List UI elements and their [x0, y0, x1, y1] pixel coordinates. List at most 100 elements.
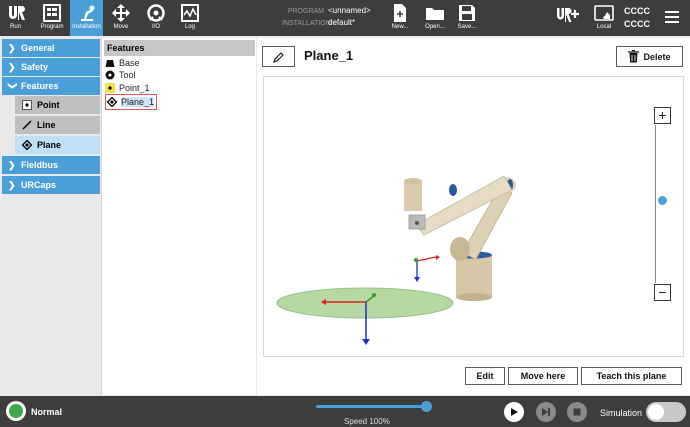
move-here-button[interactable]: Move here: [508, 367, 578, 385]
sub-item-label: Plane: [37, 140, 62, 150]
zoom-slider-handle[interactable]: [658, 196, 667, 205]
chevron-right-icon: ❯: [8, 179, 16, 190]
nav-item-general[interactable]: ❯ General: [2, 39, 100, 57]
tab-program[interactable]: Program: [36, 0, 68, 36]
ur-logo-icon: [8, 6, 25, 20]
pencil-icon: [272, 51, 284, 63]
stop-button[interactable]: [567, 402, 587, 422]
program-key: PROGRAM: [287, 8, 324, 15]
ur-plus-icon: [557, 8, 579, 22]
menu-icon: [665, 11, 679, 23]
point-y-tip: [414, 258, 418, 262]
tab-move-label: Move: [113, 24, 129, 30]
io-icon: [147, 4, 165, 22]
tab-installation[interactable]: Installation: [70, 0, 103, 36]
play-button[interactable]: [504, 402, 524, 422]
robot-scene: [276, 175, 516, 345]
point-icon: [105, 83, 115, 93]
zoom-slider-track[interactable]: [655, 125, 656, 283]
tab-io-label: I/O: [151, 24, 160, 30]
nav-item-label: Fieldbus: [21, 160, 59, 170]
point-z-arrow: [414, 277, 420, 282]
rename-button[interactable]: [262, 46, 295, 67]
nav-item-fieldbus[interactable]: ❯ Fieldbus: [2, 156, 100, 174]
line-icon: [21, 120, 32, 131]
zoom-out-button[interactable]: −: [654, 284, 671, 301]
new-button[interactable]: New...: [386, 0, 414, 36]
tab-move[interactable]: Move: [107, 0, 135, 36]
point-x-arrow: [436, 255, 440, 260]
tab-program-label: Program: [40, 24, 64, 30]
hamburger-menu-button[interactable]: [660, 0, 684, 36]
nav-item-label: General: [21, 43, 55, 53]
nav-item-urcaps[interactable]: ❯ URCaps: [2, 176, 100, 194]
plane-icon: [107, 97, 117, 107]
plane-z-arrow: [362, 339, 370, 345]
sub-item-label: Line: [37, 120, 56, 130]
delete-label: Delete: [643, 51, 671, 62]
tab-run[interactable]: Run: [2, 0, 29, 36]
local-label: Local: [596, 24, 612, 30]
teach-plane-button[interactable]: Teach this plane: [581, 367, 682, 385]
tab-io[interactable]: I/O: [142, 0, 170, 36]
plane-y-tip: [372, 293, 376, 297]
user-info: CCCC CCCC: [624, 5, 650, 31]
zoom-in-button[interactable]: +: [654, 107, 671, 124]
robot-shoulder: [450, 237, 470, 261]
simulation-label: Simulation: [600, 408, 643, 418]
point-x-axis: [416, 256, 437, 262]
edit-button[interactable]: Edit: [465, 367, 505, 385]
tree-item-label: Tool: [119, 70, 136, 80]
play-icon: [511, 408, 518, 416]
tree-item-base[interactable]: Base: [105, 57, 140, 69]
nav-item-safety[interactable]: ❯ Safety: [2, 58, 100, 76]
tab-installation-label: Installation: [72, 24, 101, 30]
nav-item-label: URCaps: [21, 180, 57, 190]
save-button[interactable]: Save...: [453, 0, 481, 36]
speed-slider-track[interactable]: [316, 405, 428, 408]
speed-label: Speed 100%: [344, 417, 390, 426]
new-button-label: New...: [391, 24, 409, 30]
robot-joint-ring: [449, 184, 457, 196]
feature-detail-panel: Plane_1 Delete + − Edit Move here Teach …: [257, 38, 690, 395]
ur-plus-button[interactable]: [554, 0, 582, 36]
sub-item-plane[interactable]: Plane: [15, 136, 100, 154]
tree-item-tool[interactable]: Tool: [105, 69, 136, 81]
plane-ellipse: [276, 287, 454, 319]
move-icon: [112, 4, 130, 22]
speed-slider-handle[interactable]: [421, 401, 432, 412]
tree-item-label: Point_1: [119, 83, 150, 93]
local-mode-button[interactable]: Local: [590, 0, 618, 36]
sub-item-line[interactable]: Line: [15, 116, 100, 134]
chevron-right-icon: ❯: [8, 159, 16, 170]
plane-icon: [21, 140, 32, 151]
robot-base: [456, 255, 492, 297]
step-button[interactable]: [536, 402, 556, 422]
simulation-toggle[interactable]: [646, 402, 686, 422]
program-info: PROGRAM <unnamed> INSTALLATIONdefault*: [282, 5, 371, 29]
status-indicator[interactable]: [6, 401, 26, 421]
feature-name: Plane_1: [304, 48, 354, 63]
status-light: [9, 404, 23, 418]
step-icon: [542, 408, 550, 416]
nav-item-features[interactable]: ❯ Features: [2, 77, 100, 95]
chevron-right-icon: ❯: [8, 42, 16, 53]
delete-button[interactable]: Delete: [616, 46, 683, 67]
chevron-right-icon: ❯: [8, 61, 16, 72]
robot-flange-center: [415, 221, 419, 225]
installation-name: default*: [328, 18, 356, 27]
sub-item-label: Point: [37, 100, 60, 110]
sub-item-point[interactable]: Point: [15, 96, 100, 114]
open-button[interactable]: Open...: [421, 0, 449, 36]
installation-key: INSTALLATION: [282, 20, 331, 27]
tree-item-plane-1[interactable]: Plane_1: [105, 94, 158, 110]
installation-icon: [80, 5, 94, 21]
robot-base-bottom: [456, 293, 492, 301]
tab-log[interactable]: Log: [176, 0, 204, 36]
user-line-1: CCCC: [624, 6, 650, 16]
3d-viewport[interactable]: [263, 76, 684, 357]
user-line-2: CCCC: [624, 19, 650, 29]
teach-pendant-icon: [594, 5, 614, 21]
footer-bar: Normal Speed 100% Simulation: [0, 396, 690, 427]
tree-item-point-1[interactable]: Point_1: [105, 82, 150, 94]
